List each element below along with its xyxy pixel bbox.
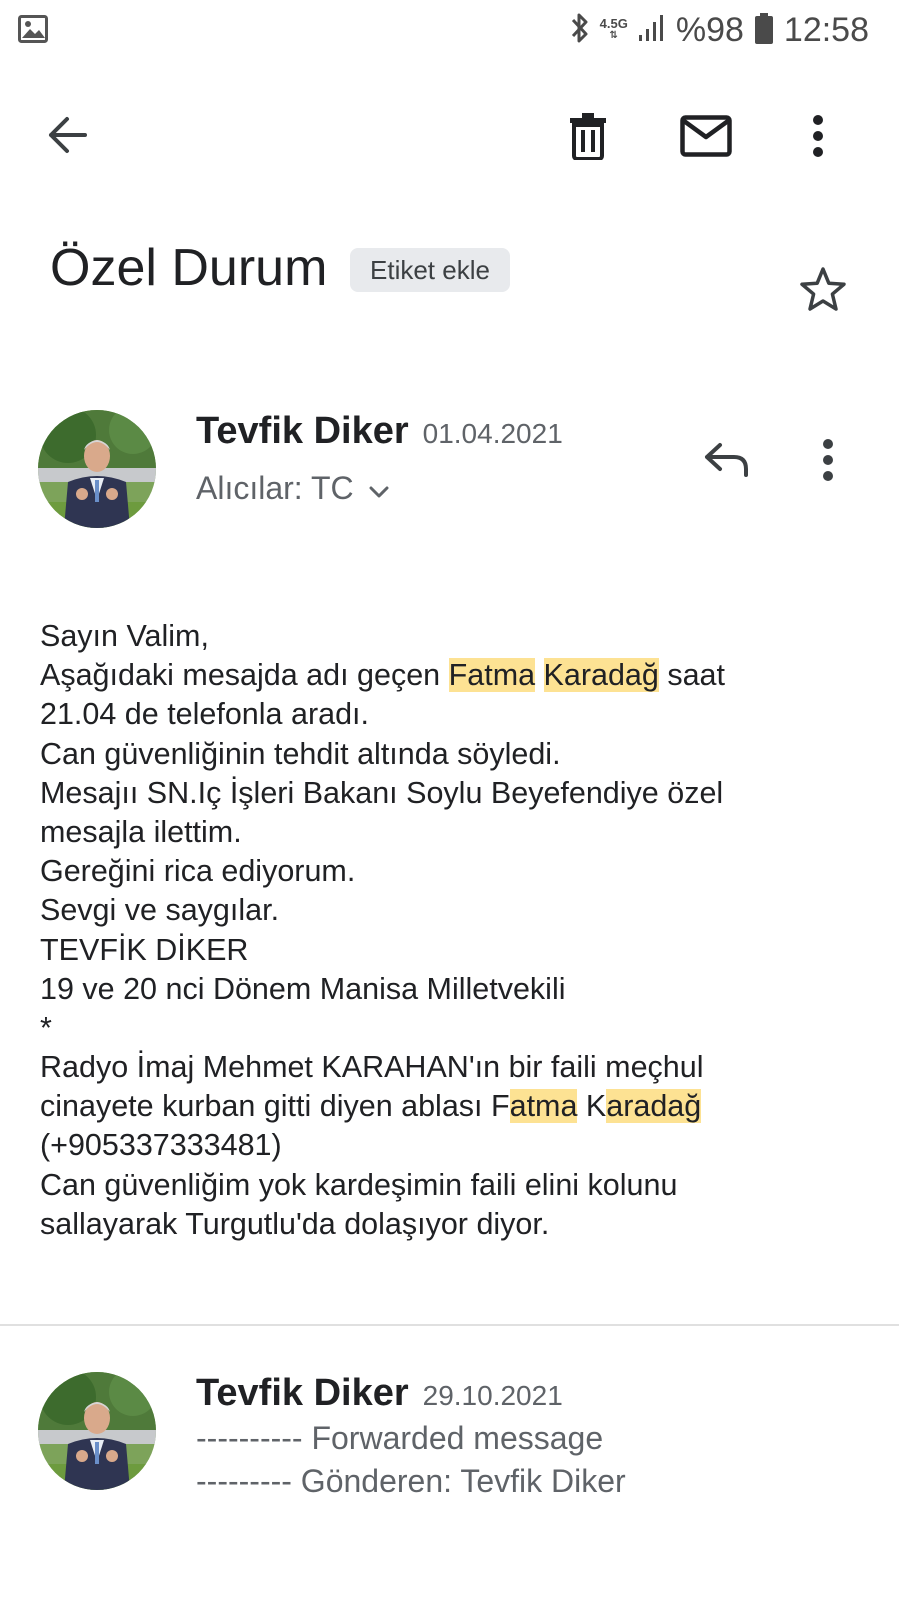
mark-unread-button[interactable] (672, 106, 740, 170)
star-button[interactable] (794, 262, 852, 320)
body-line: Can güvenliğim yok kardeşimin faili elin… (40, 1167, 678, 1202)
bluetooth-icon (570, 11, 590, 50)
body-line: 19 ve 20 nci Dönem Manisa Milletvekili (40, 971, 566, 1006)
gallery-notification-icon (18, 14, 48, 44)
body-line: Mesajıı SN.Iç İşleri Bakanı Soylu Beyefe… (40, 775, 724, 810)
battery-icon (754, 11, 774, 50)
body-line: Can güvenliğinin tehdit altında söyledi. (40, 736, 561, 771)
body-line: Sayın Valim, (40, 619, 209, 653)
search-highlight: Fatma (448, 658, 536, 693)
snippet-line: --------- Gönderen: Tevfik Diker (196, 1463, 626, 1499)
add-label-chip[interactable]: Etiket ekle (350, 248, 510, 292)
body-line: 21.04 de telefonla aradı. (40, 697, 369, 732)
body-line: cinayete kurban gitti diyen ablası Fatma… (40, 1087, 870, 1126)
collapsed-message[interactable]: Tevfik Diker 29.10.2021 ---------- Forwa… (196, 1372, 876, 1503)
reply-button[interactable] (694, 434, 758, 490)
network-type-label: 4.5G (599, 16, 628, 31)
status-icons: 4.5G ⇅ %98 12:58 (570, 8, 869, 52)
sender-avatar[interactable] (38, 1372, 156, 1490)
body-line: Aşağıdaki mesajda adı geçen Fatma Karada… (40, 656, 870, 695)
message-1-header: Tevfik Diker 01.04.2021 (196, 410, 563, 453)
avatar-photo (38, 410, 156, 528)
body-text: K (577, 1089, 607, 1124)
sender-name: Tevfik Diker (196, 410, 409, 452)
search-highlight: atma (509, 1089, 578, 1124)
back-arrow-icon (45, 113, 89, 162)
body-line: mesajla ilettim. (40, 814, 242, 849)
status-bar: 4.5G ⇅ %98 12:58 (0, 0, 899, 64)
body-text: Aşağıdaki mesajda adı geçen (40, 658, 449, 693)
sender-avatar[interactable] (38, 410, 156, 528)
message-body: Sayın Valim, Aşağıdaki mesajda adı geçen… (40, 617, 870, 1244)
delete-button[interactable] (556, 106, 620, 170)
more-vert-icon (812, 114, 824, 163)
mark-unread-icon (680, 114, 732, 162)
clock: 12:58 (783, 10, 869, 49)
body-line: Sevgi ve saygılar. (40, 893, 280, 928)
more-options-button[interactable] (790, 106, 846, 170)
message-2-header: Tevfik Diker 29.10.2021 (196, 1372, 876, 1415)
body-text: saat (658, 658, 725, 693)
battery-percent: %98 (675, 10, 744, 49)
message-divider (0, 1324, 899, 1326)
body-line: Gereğini rica ediyorum. (40, 854, 356, 889)
snippet-line: ---------- Forwarded message (196, 1420, 604, 1456)
body-line: TEVFİK DİKER (40, 932, 249, 967)
body-line: * (40, 1010, 52, 1045)
reply-icon (702, 441, 750, 484)
back-button[interactable] (36, 106, 98, 168)
phone-number-link[interactable]: (+905337333481) (40, 1126, 870, 1165)
signal-icon (638, 13, 666, 48)
message-more-button[interactable] (800, 434, 856, 490)
data-arrows-icon: ⇅ (609, 30, 618, 41)
body-text: cinayete kurban gitti diyen ablası F (40, 1089, 510, 1124)
body-text (535, 658, 543, 692)
sender-name: Tevfik Diker (196, 1372, 409, 1414)
body-line: Radyo İmaj Mehmet KARAHAN'ın bir faili m… (40, 1050, 704, 1085)
message-date: 01.04.2021 (422, 418, 563, 449)
body-line: sallayarak Turgutlu'da dolaşıyor diyor. (40, 1206, 550, 1241)
recipients-label: Alıcılar: TC (196, 470, 354, 506)
search-highlight: Karadağ (543, 658, 659, 693)
email-subject: Özel Durum (50, 239, 328, 297)
star-outline-icon (799, 266, 847, 317)
recipients-toggle[interactable]: Alıcılar: TC (196, 470, 390, 507)
delete-icon (568, 112, 608, 165)
search-highlight: aradağ (606, 1089, 702, 1124)
network-type: 4.5G ⇅ (599, 16, 628, 42)
chevron-down-icon (368, 470, 390, 507)
avatar-photo (38, 1372, 156, 1490)
message-date: 29.10.2021 (422, 1380, 563, 1411)
more-vert-icon (822, 438, 834, 487)
